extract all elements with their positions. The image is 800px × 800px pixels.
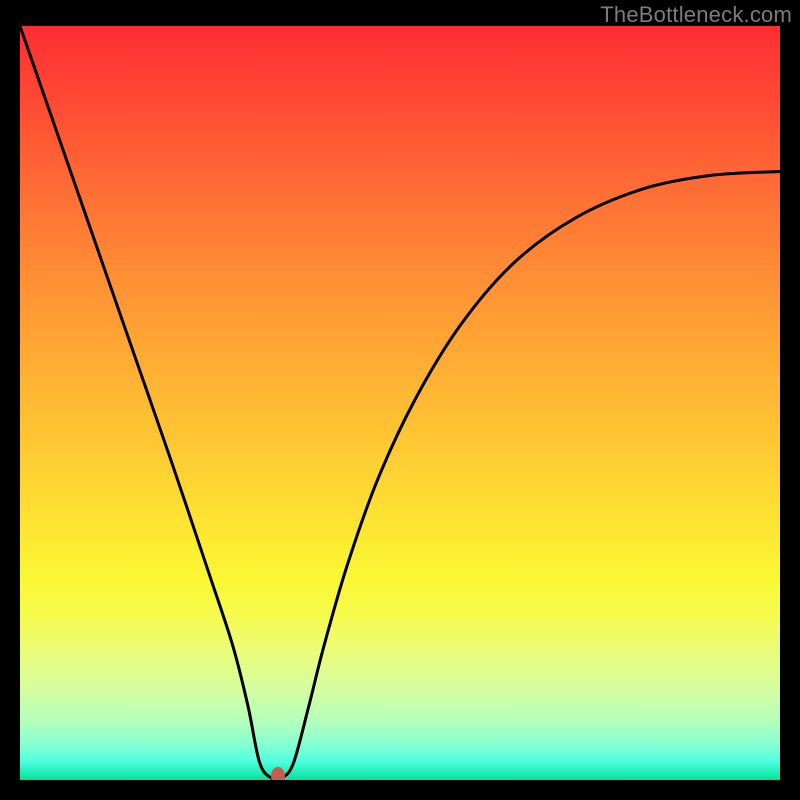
bottleneck-curve [20,26,780,780]
minimum-marker-icon [271,767,285,780]
plot-area [20,26,780,780]
chart-frame: TheBottleneck.com [0,0,800,800]
curve-layer [20,26,780,780]
attribution-label: TheBottleneck.com [600,2,792,28]
